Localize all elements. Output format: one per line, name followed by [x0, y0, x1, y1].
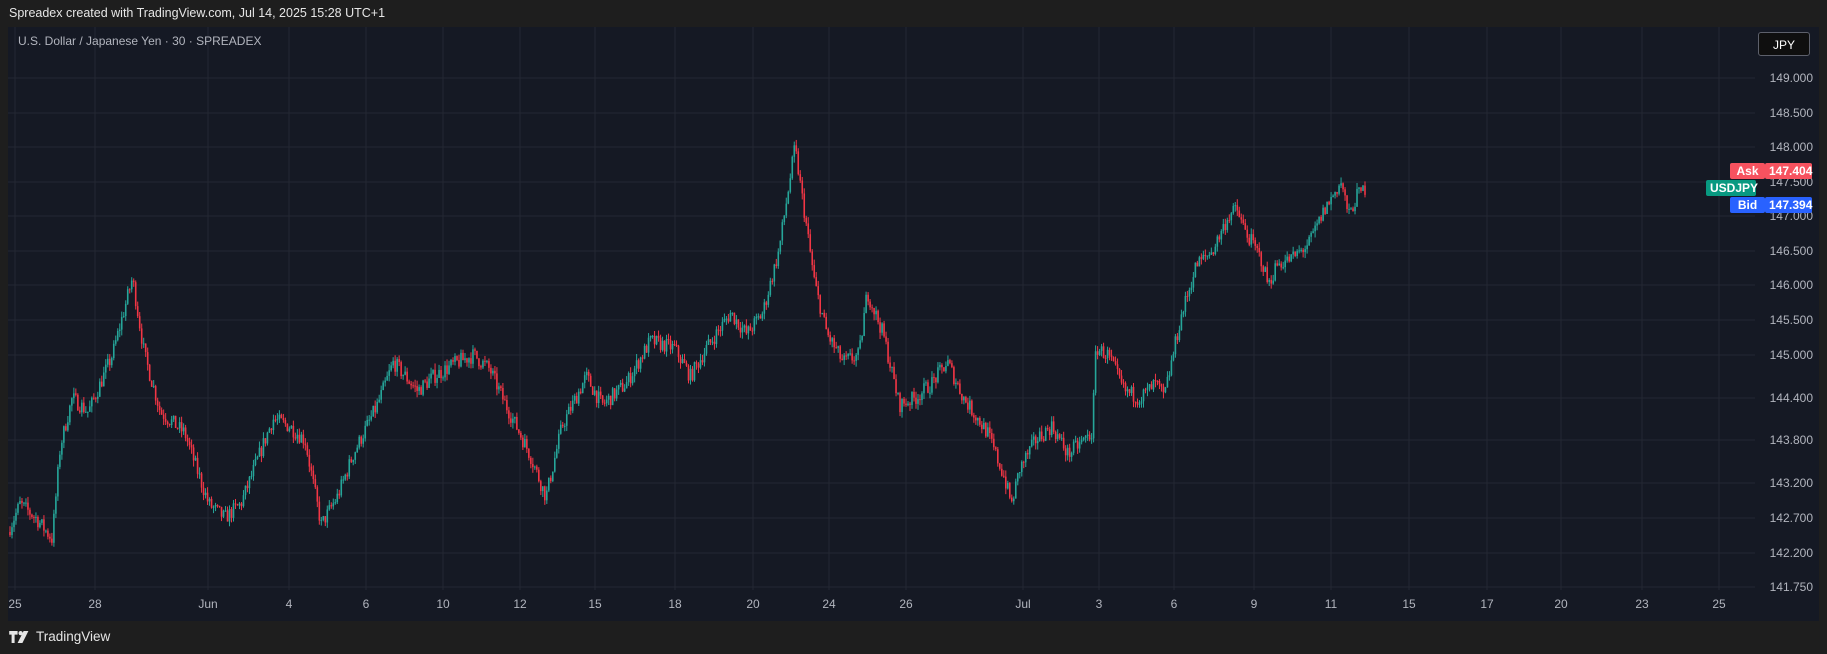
- attribution-text: Spreadex created with TradingView.com, J…: [9, 6, 386, 20]
- currency-button[interactable]: JPY: [1758, 32, 1810, 56]
- symbol-tag: USDJPY: [1706, 180, 1758, 196]
- bid-price-tag: 147.394: [1765, 197, 1812, 213]
- brand-name: TradingView: [36, 629, 111, 644]
- symbol-legend: U.S. Dollar / Japanese Yen · 30 · SPREAD…: [18, 34, 262, 48]
- chart-pane[interactable]: [8, 27, 1819, 621]
- tradingview-brand[interactable]: TradingView: [9, 629, 110, 644]
- bid-label-tag: Bid: [1730, 197, 1765, 213]
- ask-price-tag: 147.404: [1765, 163, 1812, 179]
- top-attribution-bar: Spreadex created with TradingView.com, J…: [0, 0, 1827, 27]
- tradingview-logo-icon: [9, 630, 29, 643]
- footer-bar: TradingView: [0, 621, 1827, 654]
- ask-label-tag: Ask: [1730, 163, 1765, 179]
